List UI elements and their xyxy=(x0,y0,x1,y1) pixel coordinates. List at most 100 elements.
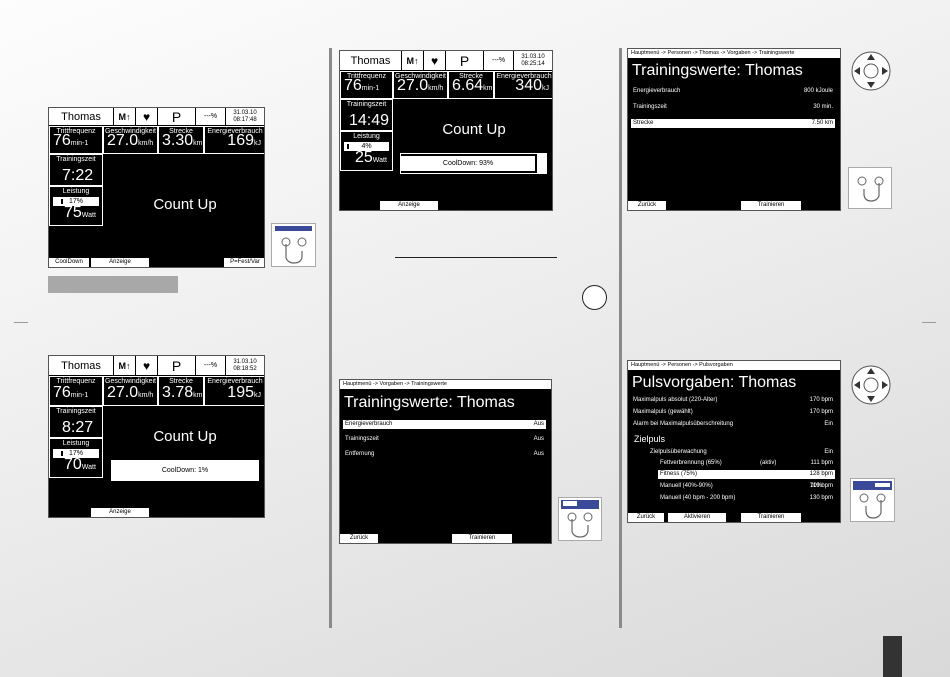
list-item[interactable]: Manuell (40%-90%) 70% 119 bpm xyxy=(658,482,835,491)
percent-readout: ---% xyxy=(196,356,226,375)
mode-label: Count Up xyxy=(442,121,506,138)
metric-training-time: Trainingszeit 8:27 xyxy=(49,406,103,438)
user-name: Thomas xyxy=(49,108,114,125)
program-indicator: P xyxy=(158,356,196,375)
column-divider-right xyxy=(619,48,622,628)
status-header: Thomas M↑ ♥ P ---% 31.03.10 08:25:14 xyxy=(340,51,552,71)
display-screen-3: Thomas M↑ ♥ P ---% 31.03.10 08:25:14 Tri… xyxy=(339,50,553,211)
hand-press-icon xyxy=(567,512,593,538)
metric-training-time: Trainingszeit 7:22 xyxy=(49,154,103,186)
softkey-p-fest-var[interactable]: P=Fest/Var xyxy=(224,258,264,267)
metric-power: Leistung 17% 75Watt xyxy=(49,186,103,226)
status-header: Thomas M↑ ♥ P ---% 31.03.10 08:17:48 xyxy=(49,108,264,126)
page-tab xyxy=(883,636,902,677)
hand-press-icon xyxy=(859,493,886,519)
step-circle xyxy=(582,285,607,310)
metric-energy: Energieverbrauch 340kJ xyxy=(494,71,552,99)
user-name: Thomas xyxy=(340,51,402,70)
date: 31.03.10 xyxy=(521,53,545,60)
softkey-aktivieren[interactable]: Aktivieren xyxy=(668,513,726,522)
list-item[interactable]: Fitness (75%) 128 bpm xyxy=(658,470,835,479)
breadcrumb: Hauptmenü -> Vorgaben -> Trainingswerte xyxy=(340,380,551,389)
softkey-zurueck[interactable]: Zurück xyxy=(628,513,664,522)
program-indicator: P xyxy=(158,108,196,125)
date: 31.03.10 xyxy=(233,109,257,116)
metric-speed: Geschwindigkeit 27.0km/h xyxy=(393,71,448,99)
date: 31.03.10 xyxy=(233,358,257,365)
softkey-cooldown[interactable]: CoolDown xyxy=(49,258,89,267)
hand-press-icon xyxy=(281,237,307,264)
list-item[interactable]: Maximalpuls absolut (220-Alter) 170 bpm xyxy=(631,396,835,405)
list-item[interactable]: Alarm bei Maximalpulsüberschreitung Ein xyxy=(631,420,835,429)
dpad-icon xyxy=(850,50,892,92)
keypad-illustration xyxy=(848,167,892,209)
list-item[interactable]: Maximalpuls (gewählt) 170 bpm xyxy=(631,408,835,417)
softkey-anzeige[interactable]: Anzeige xyxy=(91,508,149,517)
metric-training-time: Trainingszeit 14:49 xyxy=(340,99,393,131)
heart-icon: ♥ xyxy=(424,51,446,70)
metric-cadence: Trittfrequenz 76min-1 xyxy=(340,71,393,99)
softkey-zurueck[interactable]: Zurück xyxy=(340,534,378,543)
user-name: Thomas xyxy=(49,356,114,375)
breadcrumb: Hauptmenü -> Personen -> Thomas -> Vorga… xyxy=(628,49,840,58)
manual-mode-icon: M↑ xyxy=(114,356,136,375)
section-heading: Zielpuls xyxy=(634,434,666,444)
manual-mode-icon: M↑ xyxy=(402,51,424,70)
percent-readout: ---% xyxy=(196,108,226,125)
clock: 08:17:48 xyxy=(233,116,257,123)
list-item[interactable]: Zielpulsüberwachung Ein xyxy=(648,448,835,457)
status-header: Thomas M↑ ♥ P ---% 31.03.10 08:18:52 xyxy=(49,356,264,376)
metric-cadence: Trittfrequenz 76min-1 xyxy=(49,376,103,406)
metric-energy: Energieverbrauch 169kJ xyxy=(204,126,264,154)
metric-power: Leistung 17% 70Watt xyxy=(49,438,103,478)
metric-power: Leistung 4% 25Watt xyxy=(340,131,393,171)
manual-mode-icon: M↑ xyxy=(114,108,136,125)
list-item[interactable]: Energieverbrauch 800 kJoule xyxy=(631,87,835,96)
crop-mark xyxy=(922,322,936,323)
softkey-trainieren[interactable]: Trainieren xyxy=(741,201,801,210)
crop-mark xyxy=(14,322,28,323)
cooldown-progress-bar: CoolDown: 93% xyxy=(400,153,547,174)
breadcrumb: Hauptmenü -> Personen -> Pulsvorgaben xyxy=(628,361,840,370)
clock: 08:18:52 xyxy=(233,365,257,372)
menu-screen-pulsvorgaben: Hauptmenü -> Personen -> Pulsvorgaben Pu… xyxy=(627,360,841,523)
percent-readout: ---% xyxy=(484,51,514,70)
metric-distance: Strecke 3.30km xyxy=(158,126,204,154)
metric-distance: Strecke 6.64km xyxy=(448,71,494,99)
mode-label: Count Up xyxy=(153,428,217,445)
softkey-trainieren[interactable]: Trainieren xyxy=(741,513,801,522)
list-item[interactable]: Trainingszeit Aus xyxy=(343,435,546,444)
softkey-trainieren[interactable]: Trainieren xyxy=(452,534,512,543)
list-item[interactable]: Entfernung Aus xyxy=(343,450,546,459)
list-item[interactable]: Fettverbrennung (65%) (aktiv) 111 bpm xyxy=(658,459,835,468)
softkey-anzeige[interactable]: Anzeige xyxy=(91,258,149,267)
list-item[interactable]: Trainingszeit 30 min. xyxy=(631,103,835,112)
keypad-illustration xyxy=(271,223,316,267)
list-item[interactable]: Strecke 7.50 km xyxy=(631,119,835,128)
menu-screen-trainingswerte-1: Hauptmenü -> Vorgaben -> Trainingswerte … xyxy=(339,379,552,544)
list-item[interactable]: Manuell (40 bpm - 200 bpm) 130 bpm xyxy=(658,494,835,503)
program-indicator: P xyxy=(446,51,484,70)
grey-highlight-bar xyxy=(48,276,178,293)
metric-distance: Strecke 3.78km xyxy=(158,376,204,406)
heart-icon: ♥ xyxy=(136,108,158,125)
column-divider-left xyxy=(329,48,332,628)
page-title: Trainingswerte: Thomas xyxy=(632,62,803,79)
mode-label: Count Up xyxy=(153,196,217,213)
heart-icon: ♥ xyxy=(136,356,158,375)
metric-speed: Geschwindigkeit 27.0km/h xyxy=(103,126,158,154)
display-screen-1: Thomas M↑ ♥ P ---% 31.03.10 08:17:48 Tri… xyxy=(48,107,265,268)
list-item[interactable]: Energieverbrauch Aus xyxy=(343,420,546,429)
metric-energy: Energieverbrauch 195kJ xyxy=(204,376,264,406)
metric-cadence: Trittfrequenz 76min-1 xyxy=(49,126,103,154)
dpad-icon xyxy=(850,364,892,406)
softkey-anzeige[interactable]: Anzeige xyxy=(380,201,438,210)
cooldown-progress-bar: CoolDown: 1% xyxy=(111,460,259,481)
clock: 08:25:14 xyxy=(521,60,545,67)
display-screen-2: Thomas M↑ ♥ P ---% 31.03.10 08:18:52 Tri… xyxy=(48,355,265,518)
keypad-illustration xyxy=(850,478,895,522)
keypad-illustration xyxy=(558,497,602,541)
page-title: Pulsvorgaben: Thomas xyxy=(632,374,797,391)
hand-press-icon xyxy=(857,176,884,202)
softkey-zurueck[interactable]: Zurück xyxy=(628,201,666,210)
